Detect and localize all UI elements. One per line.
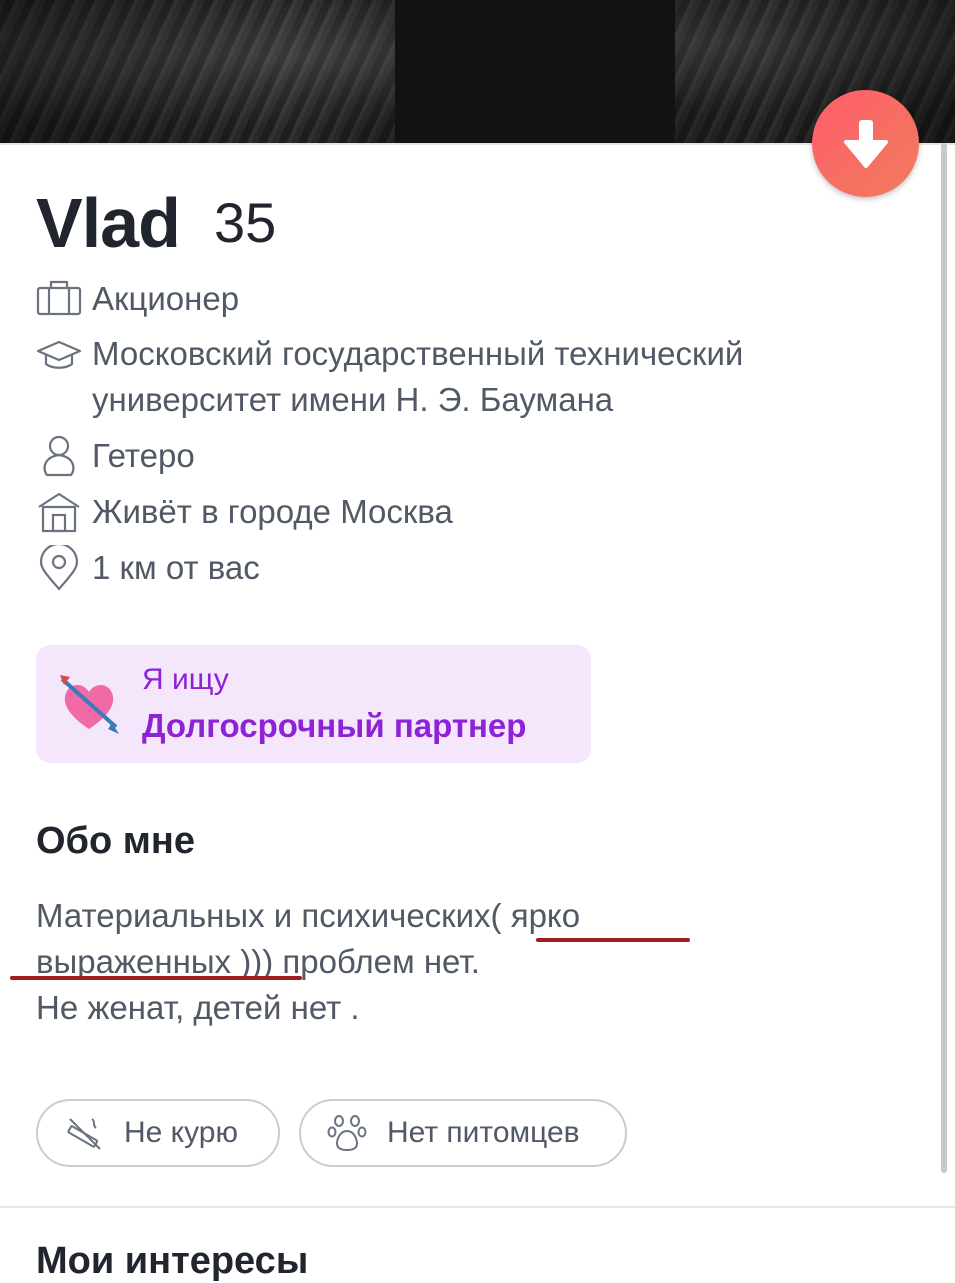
info-orientation: Гетеро <box>36 433 195 479</box>
briefcase-icon <box>36 280 82 316</box>
info-city: Живёт в городе Москва <box>36 489 453 535</box>
looking-for-card: Я ищу Долгосрочный партнер <box>36 645 591 763</box>
collapse-profile-button[interactable] <box>812 90 919 197</box>
about-heading: Обо мне <box>36 820 195 862</box>
school-line-2: университет имени Н. Э. Баумана <box>92 381 614 418</box>
looking-for-value: Долгосрочный партнер <box>142 707 527 744</box>
no-smoking-icon <box>67 1118 101 1150</box>
looking-for-label: Я ищу <box>142 663 229 696</box>
paw-icon <box>327 1115 367 1151</box>
profile-name: Vlad <box>36 184 181 262</box>
info-school: Московский государственный технический у… <box>36 331 743 423</box>
section-divider <box>0 1206 955 1208</box>
profile-age: 35 <box>214 191 277 254</box>
school-line-1: Московский государственный технический <box>92 335 744 372</box>
about-line-1: Материальных и психических( ярко <box>36 897 581 934</box>
job-text: Акционер <box>92 280 240 317</box>
graduation-cap-icon <box>36 340 82 369</box>
annotation-underline-2 <box>10 976 302 980</box>
info-distance: 1 км от вас <box>36 545 260 591</box>
city-text: Живёт в городе Москва <box>92 493 453 530</box>
info-job: Акционер <box>36 276 239 322</box>
distance-text: 1 км от вас <box>92 549 260 586</box>
annotation-underline-1 <box>536 938 690 942</box>
tag-pets: Нет питомцев <box>299 1099 627 1167</box>
arrow-down-icon <box>843 119 888 168</box>
about-text: Материальных и психических( ярко выражен… <box>36 893 896 1031</box>
profile-photo[interactable] <box>0 0 955 143</box>
pets-text: Нет питомцев <box>387 1116 580 1149</box>
heart-arrow-icon <box>60 675 119 734</box>
person-icon <box>43 435 75 477</box>
location-pin-icon <box>39 545 79 591</box>
tag-smoking: Не курю <box>36 1099 280 1167</box>
smoking-text: Не курю <box>124 1116 238 1149</box>
about-line-3: Не женат, детей нет . <box>36 989 360 1026</box>
house-icon <box>38 492 80 533</box>
photo-figure <box>395 0 675 143</box>
interests-heading: Мои интересы <box>36 1240 309 1282</box>
orientation-text: Гетеро <box>92 437 195 474</box>
scrollbar[interactable] <box>941 143 947 1173</box>
